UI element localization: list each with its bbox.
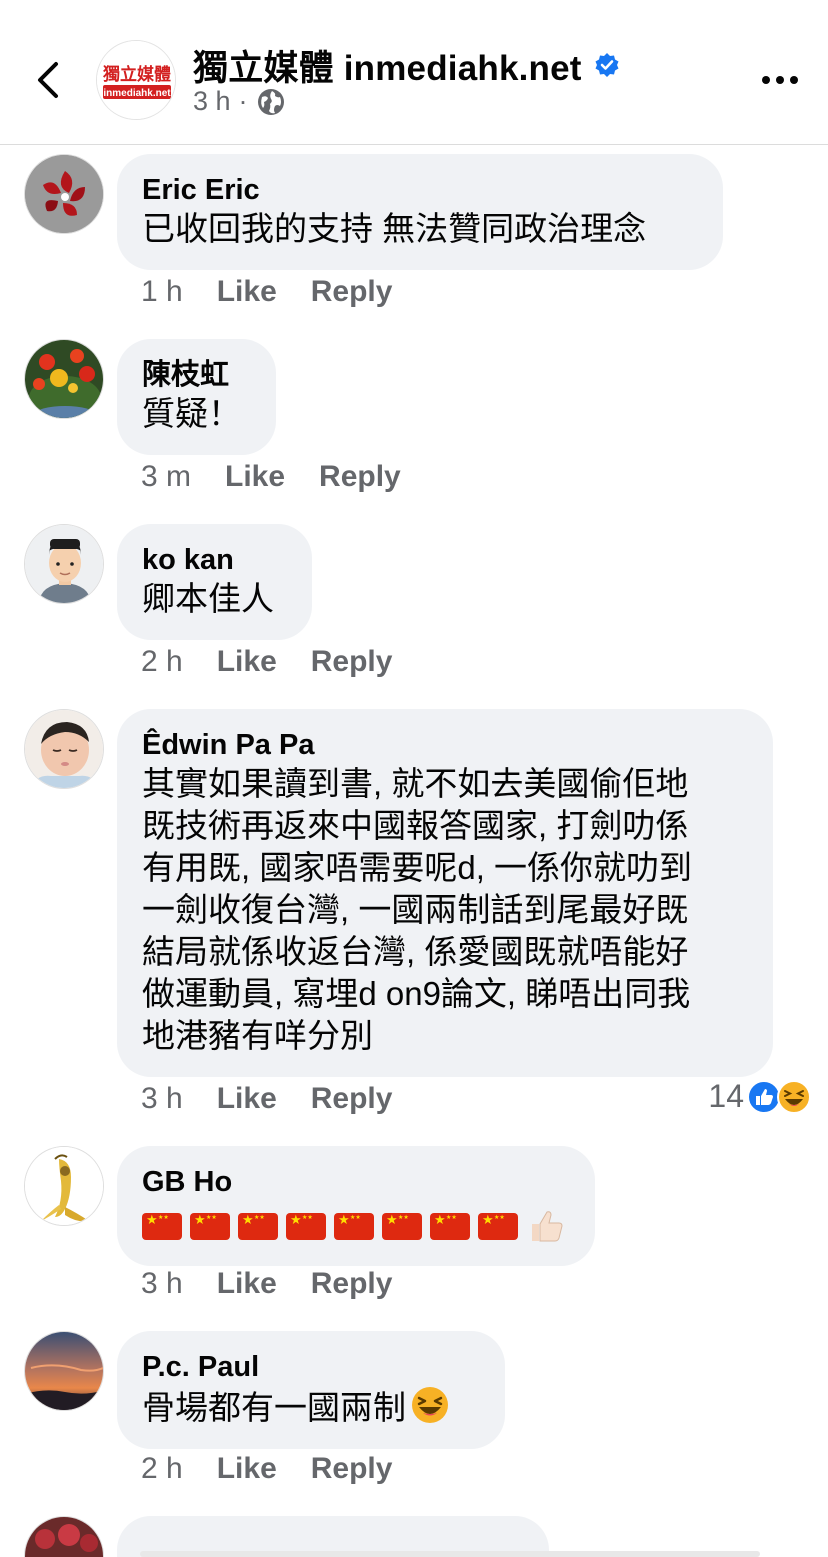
comment-bubble[interactable]: 陳枝虹 質疑！ — [117, 339, 276, 455]
memoji-avatar — [25, 525, 103, 603]
banana-avatar — [25, 1147, 103, 1225]
comment-bubble[interactable]: Êdwin Pa Pa 其實如果讀到書, 就不如去美國偷佢地 既技術再返來中國報… — [117, 709, 773, 1077]
comment-actions: 3 m Like Reply — [141, 460, 401, 494]
comment-bubble[interactable]: GB Ho — [117, 1146, 595, 1266]
china-flag-icon — [382, 1212, 422, 1240]
thumbs-up-icon — [532, 1211, 563, 1242]
flowers-avatar — [25, 340, 103, 418]
reply-button[interactable]: Reply — [311, 1082, 393, 1116]
avatar[interactable] — [24, 154, 104, 234]
baby-avatar — [25, 710, 103, 788]
comment-bubble[interactable]: ko kan 卿本佳人 — [117, 524, 312, 640]
comment-bubble[interactable]: P.c. Paul 骨場都有一國兩制 — [117, 1331, 505, 1449]
back-button[interactable] — [30, 58, 66, 102]
comment-actions: 2 h Like Reply — [141, 1452, 392, 1486]
comment-emoji-row — [142, 1206, 570, 1246]
comment-author[interactable]: P.c. Paul — [142, 1349, 480, 1385]
svg-text:inmediahk.net: inmediahk.net — [103, 88, 171, 99]
china-flag-icon — [478, 1212, 518, 1240]
avatar[interactable] — [24, 1146, 104, 1226]
comment-text: 質疑！ — [142, 395, 241, 432]
comment-actions: 2 h Like Reply — [141, 645, 392, 679]
verified-badge-icon — [595, 53, 619, 77]
chevron-left-icon — [38, 62, 58, 98]
post-header: 獨立媒體 inmediahk.net 獨立媒體 inmediahk.net 3 … — [0, 0, 828, 145]
like-button[interactable]: Like — [217, 1267, 277, 1301]
reply-button[interactable]: Reply — [311, 1267, 393, 1301]
avatar[interactable] — [24, 709, 104, 789]
avatar[interactable] — [24, 1331, 104, 1411]
comment-time[interactable]: 2 h — [141, 645, 183, 679]
comment-author[interactable]: ko kan — [142, 542, 287, 578]
meta-separator: · — [238, 86, 248, 116]
comment-time[interactable]: 3 h — [141, 1082, 183, 1116]
china-flag-icon — [238, 1212, 278, 1240]
comment-text: 骨場都有一國兩制 — [142, 1385, 480, 1429]
comment-bubble[interactable]: Eric Eric 已收回我的支持 無法贊同政治理念 — [117, 154, 723, 270]
comment-author[interactable]: GB Ho — [142, 1164, 570, 1200]
haha-reaction-icon — [777, 1079, 811, 1114]
comment-actions: 3 h Like Reply — [141, 1267, 392, 1301]
comment-time[interactable]: 1 h — [141, 275, 183, 309]
like-button[interactable]: Like — [217, 1082, 277, 1116]
laughing-emoji-icon — [412, 1387, 448, 1423]
reply-button[interactable]: Reply — [311, 645, 393, 679]
page-avatar[interactable]: 獨立媒體 inmediahk.net — [96, 40, 176, 120]
like-button[interactable]: Like — [217, 645, 277, 679]
comment-text-line: 既技術再返來中國報答國家, 打劍叻係 — [142, 807, 689, 844]
more-dots-icon — [762, 76, 798, 84]
like-button[interactable]: Like — [225, 460, 285, 494]
reply-button[interactable]: Reply — [311, 1452, 393, 1486]
roses-avatar — [25, 1517, 103, 1557]
inmedia-logo: 獨立媒體 inmediahk.net — [97, 41, 175, 119]
comment-text-line: 結局就係收返台灣, 係愛國既就唔能好 — [142, 933, 689, 970]
avatar[interactable] — [24, 1516, 104, 1557]
avatar[interactable] — [24, 339, 104, 419]
avatar[interactable] — [24, 524, 104, 604]
globe-icon — [257, 88, 284, 115]
reaction-summary[interactable]: 14 — [708, 1078, 812, 1115]
reaction-count: 14 — [708, 1078, 744, 1114]
comment-author[interactable]: Êdwin Pa Pa — [142, 727, 753, 763]
post-time: 3 h — [193, 86, 231, 116]
comment-text-line: 其實如果讀到書, 就不如去美國偷佢地 — [142, 765, 689, 802]
more-options-button[interactable] — [760, 68, 800, 92]
comment-author[interactable]: Eric Eric — [142, 172, 698, 208]
comment-text-line: 地港豬有咩分別 — [142, 1017, 373, 1054]
comment-text-line: 做運動員, 寫埋d on9論文, 睇唔出同我 — [142, 975, 691, 1012]
comment-text: 已收回我的支持 無法贊同政治理念 — [142, 210, 647, 247]
page-name[interactable]: 獨立媒體 inmediahk.net — [193, 40, 582, 91]
comment-text-line: 有用既, 國家唔需要呢d, 一係你就叻到 — [142, 849, 693, 886]
reply-button[interactable]: Reply — [319, 460, 401, 494]
sunset-avatar — [25, 1332, 103, 1410]
comment-time[interactable]: 3 m — [141, 460, 191, 494]
post-meta: 3 h · — [193, 86, 286, 117]
comment-text: 其實如果讀到書, 就不如去美國偷佢地 既技術再返來中國報答國家, 打劍叻係 有用… — [142, 763, 753, 1057]
comment-time[interactable]: 2 h — [141, 1452, 183, 1486]
china-flag-icon — [286, 1212, 326, 1240]
comment-actions: 3 h Like Reply — [141, 1082, 392, 1116]
china-flag-icon — [190, 1212, 230, 1240]
comment-text-content: 骨場都有一國兩制 — [142, 1389, 406, 1426]
comment-actions: 1 h Like Reply — [141, 275, 392, 309]
like-button[interactable]: Like — [217, 1452, 277, 1486]
china-flag-icon — [430, 1212, 470, 1240]
svg-text:獨立媒體: 獨立媒體 — [102, 64, 171, 85]
china-flag-icon — [142, 1212, 182, 1240]
comment-text: 卿本佳人 — [142, 580, 274, 617]
china-flag-icon — [334, 1212, 374, 1240]
comment-time[interactable]: 3 h — [141, 1267, 183, 1301]
home-indicator — [140, 1551, 760, 1557]
comment-text-line: 一劍收復台灣, 一國兩制話到尾最好既 — [142, 891, 689, 928]
hk-flag-avatar — [25, 155, 103, 233]
reply-button[interactable]: Reply — [311, 275, 393, 309]
comment-author[interactable]: 陳枝虹 — [142, 357, 251, 393]
like-button[interactable]: Like — [217, 275, 277, 309]
